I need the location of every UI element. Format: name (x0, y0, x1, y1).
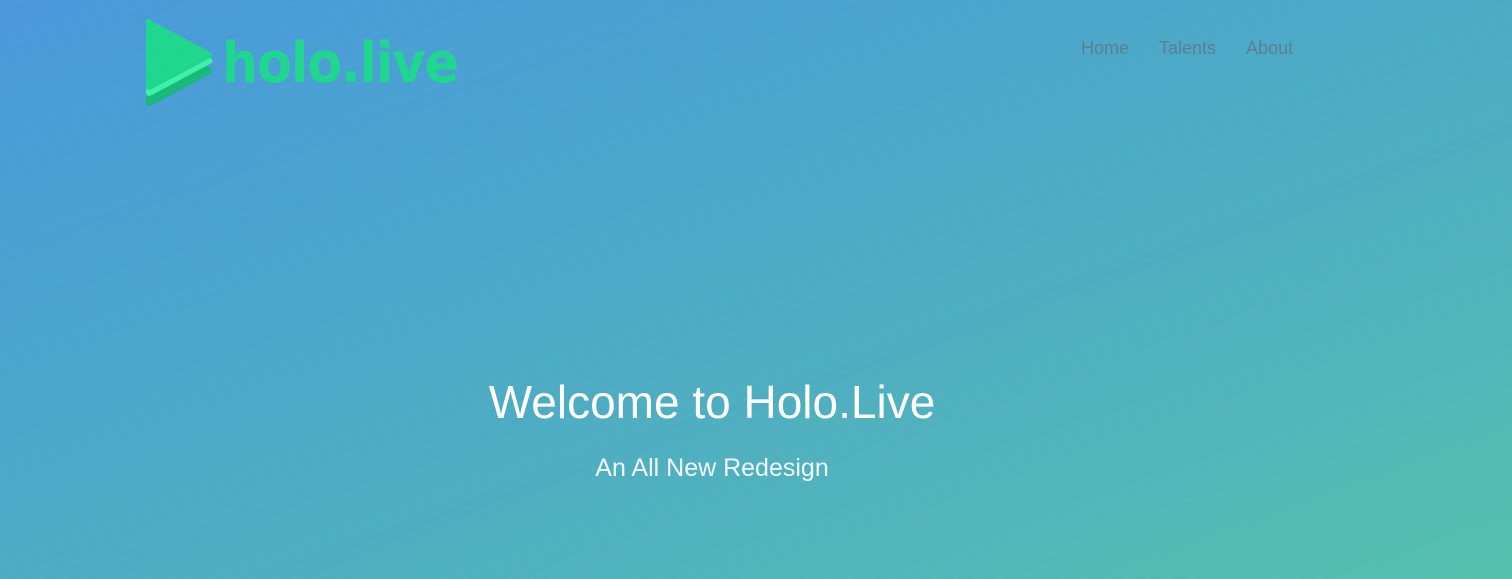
hero-section: holo.live Home Talents About Welcome to … (0, 0, 1512, 579)
logo-wordmark: holo.live (222, 31, 458, 96)
main-nav: Home Talents About (1081, 36, 1293, 60)
hero-title: Welcome to Holo.Live (488, 376, 936, 428)
holo-live-logo[interactable]: holo.live (142, 18, 462, 108)
play-triangle-icon (146, 18, 213, 106)
nav-about-link[interactable]: About (1246, 36, 1293, 60)
nav-home-link[interactable]: Home (1081, 36, 1129, 60)
hero-subtitle: An All New Redesign (595, 454, 829, 482)
nav-talents-link[interactable]: Talents (1159, 36, 1216, 60)
